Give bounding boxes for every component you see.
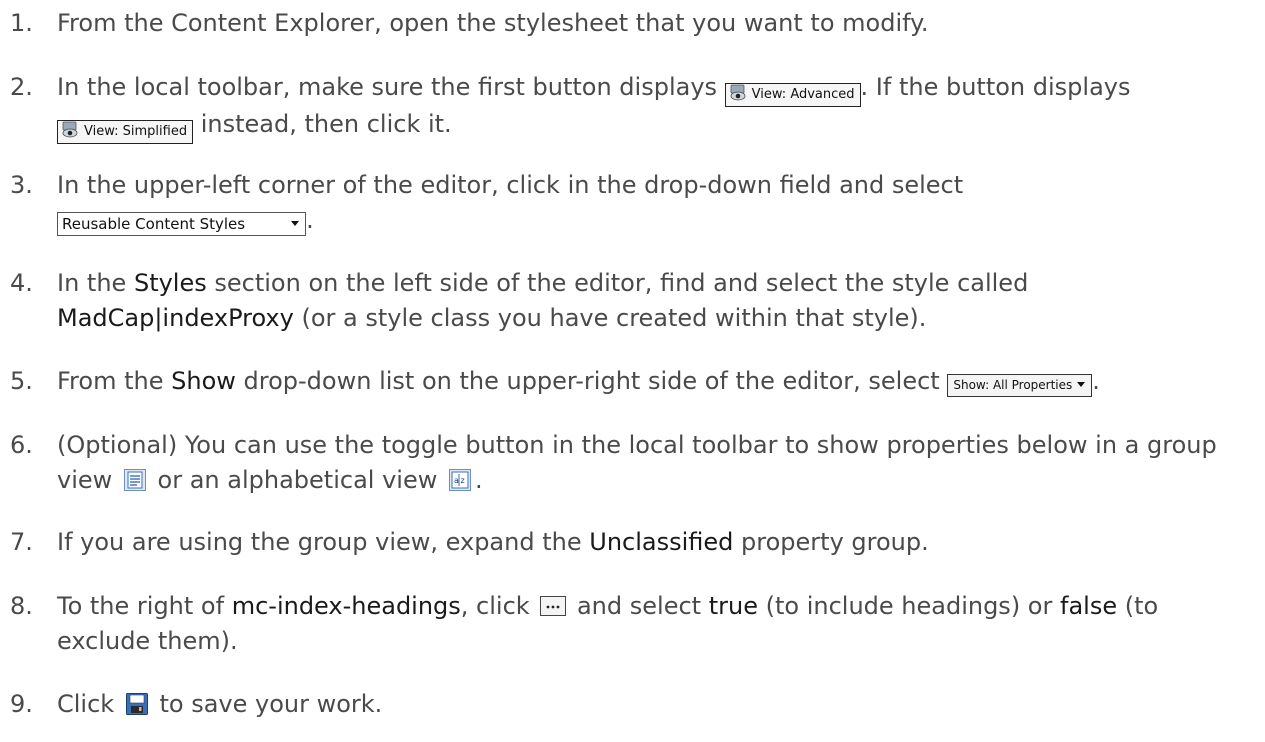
ui-term-show: Show: [171, 367, 236, 395]
eye-view-icon: [729, 84, 747, 102]
ui-term-unclassified: Unclassified: [589, 528, 734, 556]
step-text: From the Show drop-down list on the uppe…: [57, 364, 1245, 399]
step-text: In the Styles section on the left side o…: [57, 266, 1245, 336]
step-number: 1.: [10, 9, 33, 37]
alphabetical-view-icon: az: [448, 467, 472, 491]
ui-term-property: mc-index-headings: [231, 592, 461, 620]
step-number: 9.: [10, 690, 33, 718]
step-number: 2.: [10, 73, 33, 101]
save-floppy-icon: [125, 691, 149, 715]
reusable-content-dropdown: Reusable Content Styles: [57, 212, 307, 236]
eye-view-icon: [61, 121, 79, 139]
view-advanced-label: View: Advanced: [751, 87, 855, 102]
view-advanced-button: View: Advanced: [724, 83, 861, 107]
step-text-run: and select: [576, 592, 702, 620]
step-text-run: property group.: [741, 528, 929, 556]
step-text-run: To the right of: [57, 592, 225, 620]
step-text-run: .: [1092, 367, 1100, 395]
step-text-run: section on the left side of the editor, …: [214, 269, 1029, 297]
step-text-run: Click: [57, 690, 115, 718]
step-text-run: .: [474, 466, 483, 494]
svg-text:a: a: [454, 476, 459, 485]
step-number: 4.: [10, 269, 33, 297]
svg-text:z: z: [460, 476, 464, 485]
step-text-run: If you are using the group view, expand …: [57, 528, 582, 556]
step-text: (Optional) You can use the toggle button…: [57, 428, 1245, 498]
dropdown-value: Reusable Content Styles: [62, 215, 246, 233]
ellipsis-button-icon: [540, 591, 567, 616]
step-text: Click to save your work.: [57, 687, 1245, 722]
step-text: From the Content Explorer, open the styl…: [57, 6, 1245, 41]
step-text-run: (to include headings) or: [765, 592, 1053, 620]
step-text: If you are using the group view, expand …: [57, 525, 1245, 560]
step-number: 3.: [10, 171, 33, 199]
step-text-run: instead, then click it.: [200, 110, 452, 138]
view-simplified-label: View: Simplified: [84, 124, 188, 139]
step-text-run: , click: [460, 592, 530, 620]
show-dropdown-label: Show: All Properties: [953, 378, 1073, 392]
ui-term-false: false: [1060, 592, 1118, 620]
step-number: 6.: [10, 431, 33, 459]
step-text-run: From the: [57, 367, 164, 395]
step-text-run: In the: [57, 269, 127, 297]
step-text-run: .: [306, 206, 314, 234]
step-text: In the local toolbar, make sure the firs…: [57, 70, 1245, 144]
group-view-icon: [123, 467, 147, 491]
step-number: 5.: [10, 367, 33, 395]
step-number: 7.: [10, 528, 33, 556]
step-text-run: or an alphabetical view: [157, 466, 438, 494]
view-simplified-button: View: Simplified: [57, 120, 194, 144]
step-text-run: From the Content Explorer, open the styl…: [57, 9, 929, 37]
step-text: To the right of mc-index-headings, click…: [57, 589, 1245, 659]
ui-term-styles: Styles: [133, 269, 207, 297]
chevron-down-icon: [291, 221, 300, 226]
step-text: In the upper-left corner of the editor, …: [57, 168, 1245, 238]
step-text-run: . If the button displays: [860, 73, 1131, 101]
step-text-run: to save your work.: [159, 690, 383, 718]
step-text-run: (or a style class you have created withi…: [301, 304, 927, 332]
ui-term-style-name: MadCap|indexProxy: [57, 304, 294, 332]
chevron-down-icon: [1077, 382, 1086, 387]
step-text-run: In the local toolbar, make sure the firs…: [57, 73, 718, 101]
step-text-run: In the upper-left corner of the editor, …: [57, 171, 964, 199]
step-number: 8.: [10, 592, 33, 620]
show-all-properties-dropdown: Show: All Properties: [947, 374, 1093, 397]
ui-term-true: true: [708, 592, 758, 620]
step-text-run: drop-down list on the upper-right side o…: [243, 367, 940, 395]
